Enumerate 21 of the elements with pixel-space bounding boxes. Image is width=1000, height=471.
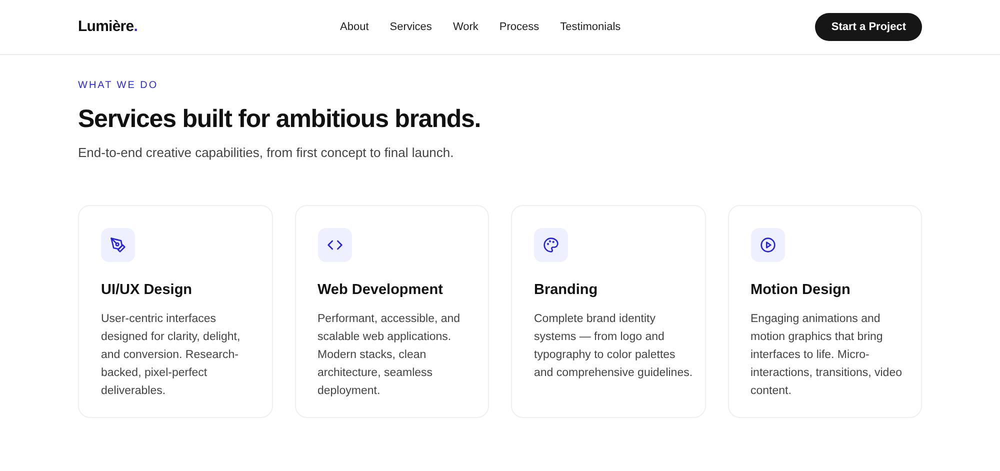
service-description: Performant, accessible, and scalable web applications. Modern stacks, clean architecture, seamless deployment. bbox=[318, 312, 462, 400]
section-subtitle: End-to-end creative capabilities, from first concept to final launch. bbox=[78, 144, 455, 162]
section-heading: Services built for ambitious brands. bbox=[78, 104, 482, 135]
nav-link[interactable]: Work bbox=[452, 19, 478, 36]
nav-link[interactable]: Testimonials bbox=[560, 19, 621, 36]
palette-icon bbox=[534, 228, 568, 262]
service-title: UI/UX Design bbox=[101, 280, 194, 300]
service-description: Complete brand identity systems — from logo and typography to color palettes and comprehensive guidelines. bbox=[534, 312, 694, 382]
section-eyebrow: WHAT WE DO bbox=[78, 79, 160, 93]
nav-link[interactable]: Process bbox=[499, 19, 540, 36]
nav-link[interactable]: Services bbox=[390, 19, 432, 36]
nav-link[interactable]: About bbox=[340, 19, 369, 36]
service-description: Engaging animations and motion graphics that bring interfaces to life. Micro-interactions, transitions, video content. bbox=[750, 312, 903, 400]
pen-nib-icon bbox=[101, 228, 135, 262]
start-project-button[interactable]: Start a Project bbox=[815, 13, 922, 41]
service-description: User-centric interfaces designed for clarity, delight, and conversion. Research-backed, pixel-perfect deliverables. bbox=[101, 312, 242, 400]
code-brackets-icon bbox=[318, 228, 352, 262]
service-title: Branding bbox=[534, 280, 599, 300]
logo[interactable]: Lumière. bbox=[78, 16, 138, 38]
service-title: Web Development bbox=[318, 280, 444, 300]
service-title: Motion Design bbox=[750, 280, 852, 300]
